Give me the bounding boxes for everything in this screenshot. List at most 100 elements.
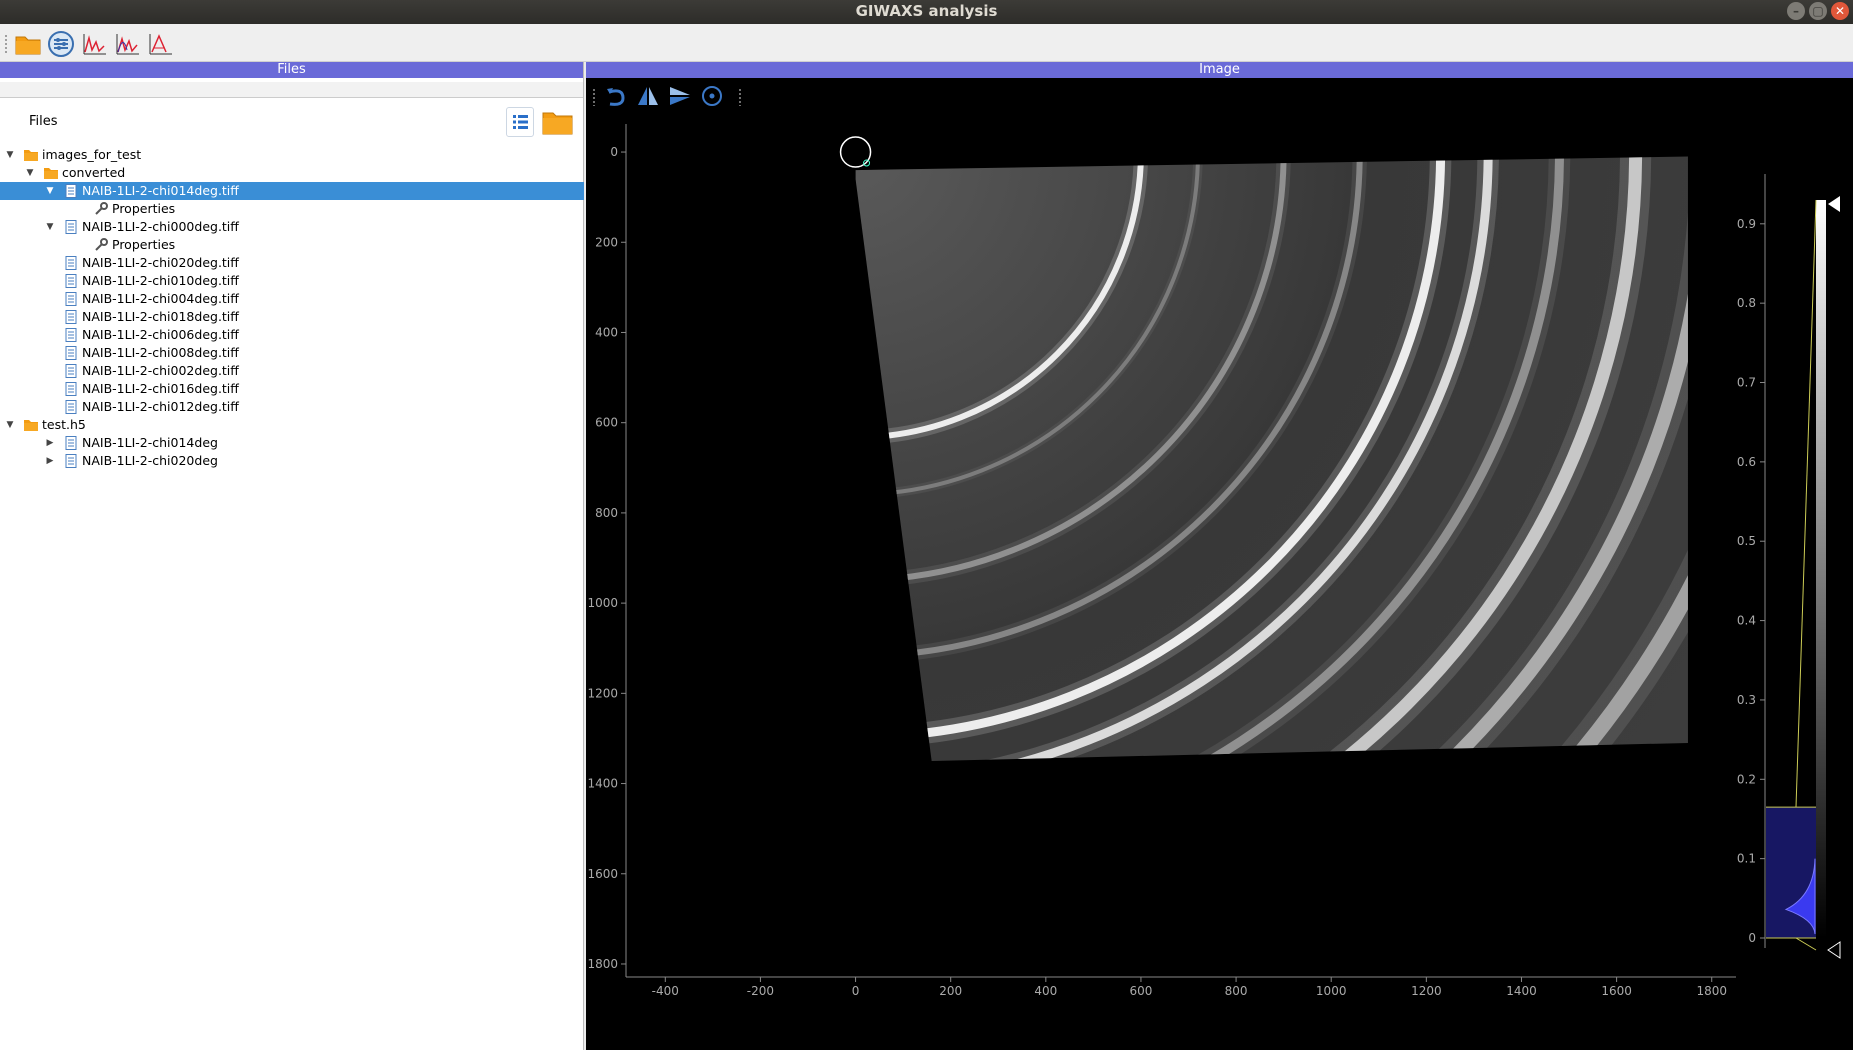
y-tick-label: 0 <box>610 145 618 159</box>
image-toolbar <box>586 78 1853 114</box>
tree-item-label: test.h5 <box>42 417 86 432</box>
tree-item[interactable]: NAIB-1LI-2-chi012deg.tiff <box>0 398 584 416</box>
flip-horizontal-button[interactable] <box>636 84 660 108</box>
tree-item-label: images_for_test <box>42 147 142 162</box>
tree-item[interactable]: NAIB-1LI-2-chi018deg.tiff <box>0 308 584 326</box>
tree-item[interactable]: NAIB-1LI-2-chi006deg.tiff <box>0 326 584 344</box>
y-tick-label: 600 <box>595 416 618 430</box>
tree-item[interactable]: NAIB-1LI-2-chi008deg.tiff <box>0 344 584 362</box>
x-tick-label: 1200 <box>1411 984 1442 998</box>
tree-item[interactable]: NAIB-1LI-2-chi010deg.tiff <box>0 272 584 290</box>
tree-item[interactable]: ▶ NAIB-1LI-2-chi020deg <box>0 452 584 470</box>
tree-item[interactable]: ▼ converted <box>0 164 584 182</box>
x-tick-label: 0 <box>852 984 860 998</box>
colorbar-tick-label: 0.1 <box>1737 852 1756 866</box>
x-tick-label: 600 <box>1129 984 1152 998</box>
chevron-down-icon[interactable]: ▼ <box>44 218 56 236</box>
file-icon <box>65 220 77 234</box>
beam-center-button[interactable] <box>700 84 724 108</box>
file-icon <box>65 184 77 198</box>
files-panel-strip <box>0 82 583 98</box>
tree-item[interactable]: NAIB-1LI-2-chi002deg.tiff <box>0 362 584 380</box>
peaks-chart-icon <box>83 34 106 55</box>
tree-item[interactable]: ▶ NAIB-1LI-2-chi014deg <box>0 434 584 452</box>
colorbar-tick-label: 0.5 <box>1737 534 1756 548</box>
flip-horizontal-icon <box>638 87 658 105</box>
flip-vertical-button[interactable] <box>668 84 692 108</box>
x-tick-label: 1800 <box>1696 984 1727 998</box>
chevron-down-icon[interactable]: ▼ <box>4 416 16 434</box>
x-tick-label: 400 <box>1034 984 1057 998</box>
file-icon <box>65 292 77 306</box>
tree-item-label: NAIB-1LI-2-chi004deg.tiff <box>82 291 239 306</box>
beam-center-icon <box>702 86 722 106</box>
file-icon <box>65 382 77 396</box>
window-titlebar: GIWAXS analysis – ▢ ✕ <box>0 0 1853 24</box>
tree-item-label: NAIB-1LI-2-chi020deg.tiff <box>82 255 239 270</box>
tree-item[interactable]: ▼ test.h5 <box>0 416 584 434</box>
image-plot[interactable]: -400 -200 0 200 400 600 800 1000 1200 1400 1600 180… <box>586 114 1853 1050</box>
tree-item[interactable]: Properties <box>0 236 584 254</box>
file-icon <box>65 454 77 468</box>
colorbar-tick-label: 0 <box>1748 931 1756 945</box>
tree-item[interactable]: NAIB-1LI-2-chi004deg.tiff <box>0 290 584 308</box>
sliders-icon <box>48 31 74 57</box>
folder-icon <box>24 150 38 161</box>
file-icon <box>65 310 77 324</box>
tree-item[interactable]: ▼ images_for_test <box>0 146 584 164</box>
tree-item-label: NAIB-1LI-2-chi006deg.tiff <box>82 327 239 342</box>
toolbar-grip-icon[interactable] <box>4 34 8 54</box>
detector-image <box>855 156 1688 761</box>
tree-item-label: NAIB-1LI-2-chi014deg.tiff <box>82 183 239 198</box>
tree-item[interactable]: NAIB-1LI-2-chi020deg.tiff <box>0 254 584 272</box>
rotate-icon <box>607 88 625 106</box>
level-high-handle[interactable] <box>1828 196 1840 212</box>
peaks-2-button[interactable] <box>113 30 141 58</box>
maximize-button[interactable]: ▢ <box>1809 2 1827 20</box>
chevron-down-icon[interactable]: ▼ <box>24 164 36 182</box>
x-tick-label: 1400 <box>1506 984 1537 998</box>
tree-item-label: Properties <box>112 201 176 216</box>
y-tick-label: 1000 <box>587 596 618 610</box>
x-tick-label: 800 <box>1225 984 1248 998</box>
level-low-handle[interactable] <box>1827 941 1841 959</box>
close-button[interactable]: ✕ <box>1831 2 1849 20</box>
tree-item-label: NAIB-1LI-2-chi000deg.tiff <box>82 219 239 234</box>
rotate-button[interactable] <box>604 84 628 108</box>
settings-button[interactable] <box>47 30 75 58</box>
flip-vertical-icon <box>670 87 690 105</box>
tree-item[interactable]: ▼ NAIB-1LI-2-chi000deg.tiff <box>0 218 584 236</box>
minimize-button[interactable]: – <box>1787 2 1805 20</box>
open-folder-button[interactable] <box>14 30 42 58</box>
tree-item-label: NAIB-1LI-2-chi016deg.tiff <box>82 381 239 396</box>
tree-item-label: NAIB-1LI-2-chi012deg.tiff <box>82 399 239 414</box>
image-panel: Image -400 -200 0 200 400 600 800 1000 1200 1400 1… <box>586 62 1853 1050</box>
chevron-down-icon[interactable]: ▼ <box>44 182 56 200</box>
tree-item-label: Properties <box>112 237 176 252</box>
peaks-1-button[interactable] <box>80 30 108 58</box>
x-tick-label: 1000 <box>1316 984 1347 998</box>
image-toolbar-grip-icon[interactable] <box>592 88 596 106</box>
fit-curve-icon <box>149 34 172 55</box>
tree-item-label: NAIB-1LI-2-chi020deg <box>82 453 218 468</box>
folder-icon <box>24 420 38 431</box>
window-title: GIWAXS analysis <box>855 2 998 20</box>
tree-item[interactable]: NAIB-1LI-2-chi016deg.tiff <box>0 380 584 398</box>
add-folder-button[interactable] <box>542 107 574 137</box>
fit-button[interactable] <box>146 30 174 58</box>
tree-item[interactable]: ▼ NAIB-1LI-2-chi014deg.tiff <box>0 182 584 200</box>
y-tick-label: 1200 <box>587 686 618 700</box>
wrench-icon <box>95 238 108 251</box>
file-icon <box>65 436 77 450</box>
chevron-right-icon[interactable]: ▶ <box>44 452 56 470</box>
file-tree: ▼ images_for_test ▼ converted ▼ NAIB-1LI-2-ch… <box>0 146 584 470</box>
colorbar-tick-label: 0.4 <box>1737 614 1756 628</box>
colorbar-gradient <box>1816 200 1826 938</box>
tree-item[interactable]: Properties <box>0 200 584 218</box>
list-view-button[interactable] <box>506 107 534 137</box>
chevron-down-icon[interactable]: ▼ <box>4 146 16 164</box>
x-tick-label: 1600 <box>1601 984 1632 998</box>
chevron-right-icon[interactable]: ▶ <box>44 434 56 452</box>
image-toolbar-grip-icon[interactable] <box>738 88 742 106</box>
tree-item-label: NAIB-1LI-2-chi002deg.tiff <box>82 363 239 378</box>
